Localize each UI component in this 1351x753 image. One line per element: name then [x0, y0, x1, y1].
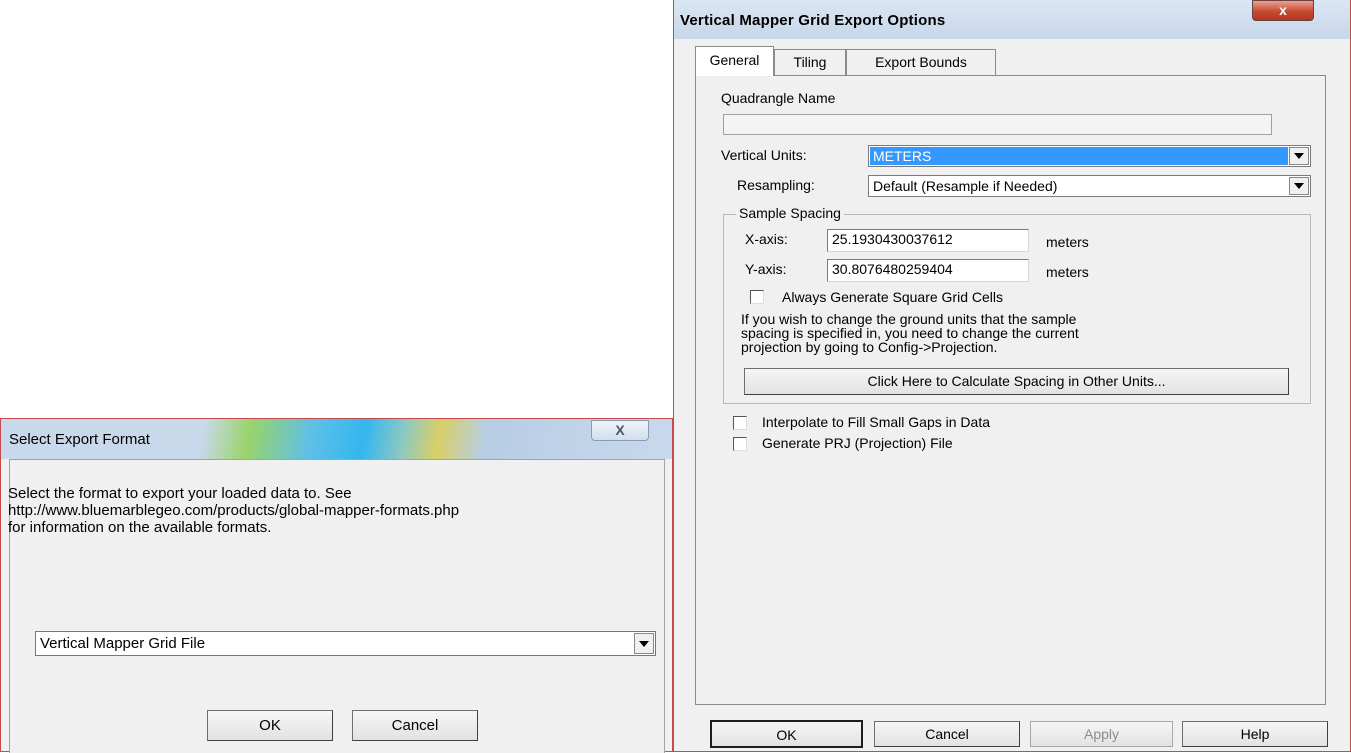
apply-button[interactable]: Apply	[1030, 721, 1173, 747]
description-line: Select the format to export your loaded …	[8, 485, 352, 502]
chevron-down-icon[interactable]	[634, 633, 654, 654]
resampling-select[interactable]: Default (Resample if Needed)	[868, 175, 1311, 197]
spacing-note-line: spacing is specified in, you need to cha…	[741, 325, 1079, 341]
y-axis-units: meters	[1046, 264, 1089, 280]
select-format-titlebar[interactable]: Select Export Format X	[1, 419, 672, 459]
format-select-value: Vertical Mapper Grid File	[40, 635, 206, 652]
tab-general[interactable]: General	[695, 46, 774, 76]
close-icon[interactable]: X	[591, 420, 649, 441]
square-cells-checkbox[interactable]	[750, 290, 764, 304]
description-line: http://www.bluemarblegeo.com/products/gl…	[8, 502, 460, 519]
vertical-units-value: METERS	[870, 147, 1288, 165]
chevron-down-icon[interactable]	[1289, 177, 1309, 195]
ok-button[interactable]: OK	[207, 710, 333, 741]
quadrangle-name-label: Quadrangle Name	[721, 90, 836, 106]
export-options-titlebar[interactable]: Vertical Mapper Grid Export Options x	[674, 0, 1350, 39]
spacing-note-line: If you wish to change the ground units t…	[741, 311, 1077, 327]
close-icon[interactable]: x	[1252, 0, 1314, 21]
calculate-spacing-button[interactable]: Click Here to Calculate Spacing in Other…	[744, 368, 1289, 395]
sample-spacing-label: Sample Spacing	[736, 205, 844, 221]
format-description: Select the format to export your loaded …	[8, 485, 459, 536]
y-axis-input[interactable]: 30.8076480259404	[827, 259, 1029, 282]
x-axis-label: X-axis:	[745, 231, 788, 247]
interpolate-checkbox[interactable]	[733, 416, 747, 430]
sample-spacing-group: Sample Spacing X-axis: 25.1930430037612 …	[723, 205, 1311, 404]
tab-export-bounds[interactable]: Export Bounds	[846, 49, 996, 75]
help-button[interactable]: Help	[1182, 721, 1328, 747]
resampling-label: Resampling:	[737, 177, 815, 193]
generate-prj-checkbox[interactable]	[733, 437, 747, 451]
vertical-units-label: Vertical Units:	[721, 147, 807, 163]
x-axis-input[interactable]: 25.1930430037612	[827, 229, 1029, 252]
spacing-note: If you wish to change the ground units t…	[741, 312, 1301, 354]
square-cells-label: Always Generate Square Grid Cells	[782, 289, 1003, 305]
select-export-format-dialog: Select Export Format X Select the format…	[0, 418, 673, 753]
generate-prj-label: Generate PRJ (Projection) File	[762, 435, 953, 451]
export-options-dialog: Vertical Mapper Grid Export Options x Ge…	[673, 0, 1351, 752]
y-axis-label: Y-axis:	[745, 261, 787, 277]
quadrangle-name-input[interactable]	[723, 114, 1272, 135]
format-select[interactable]: Vertical Mapper Grid File	[35, 631, 656, 656]
chevron-down-icon[interactable]	[1289, 147, 1309, 165]
general-tab-panel: Quadrangle Name Vertical Units: METERS R…	[695, 75, 1326, 705]
cancel-button[interactable]: Cancel	[874, 721, 1020, 747]
resampling-value: Default (Resample if Needed)	[873, 178, 1058, 194]
vertical-units-select[interactable]: METERS	[868, 145, 1311, 167]
description-line: for information on the available formats…	[8, 519, 272, 536]
export-options-title: Vertical Mapper Grid Export Options	[680, 12, 946, 29]
select-format-title: Select Export Format	[9, 431, 150, 448]
cancel-button[interactable]: Cancel	[352, 710, 478, 741]
x-axis-units: meters	[1046, 234, 1089, 250]
ok-button[interactable]: OK	[710, 720, 863, 748]
tab-tiling[interactable]: Tiling	[774, 49, 846, 75]
interpolate-label: Interpolate to Fill Small Gaps in Data	[762, 414, 990, 430]
spacing-note-line: projection by going to Config->Projectio…	[741, 339, 998, 355]
